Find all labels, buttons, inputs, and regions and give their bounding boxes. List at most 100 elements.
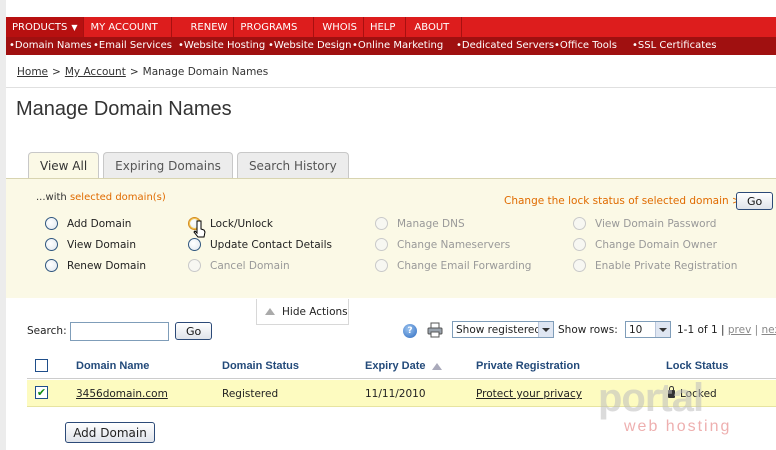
chevron-down-icon bbox=[538, 322, 553, 337]
lock-status-cell: Locked bbox=[668, 386, 717, 400]
option-label: Renew Domain bbox=[67, 259, 147, 272]
collapse-arrow-icon bbox=[265, 308, 275, 315]
option-lock-unlock[interactable]: Lock/Unlock bbox=[188, 217, 273, 230]
option-label: Change Nameservers bbox=[397, 238, 511, 251]
option-label: Enable Private Registration bbox=[595, 259, 738, 272]
option-label: Change Email Forwarding bbox=[397, 259, 532, 272]
option-label: Add Domain bbox=[67, 217, 132, 230]
row-checkbox[interactable]: ✔ bbox=[35, 386, 48, 399]
sort-ascending-icon bbox=[431, 362, 442, 370]
hide-actions-toggle[interactable]: Hide Actions bbox=[256, 299, 349, 325]
with-prefix: ...with bbox=[36, 192, 70, 203]
column-domain-name[interactable]: Domain Name bbox=[76, 360, 149, 372]
option-view-domain[interactable]: View Domain bbox=[45, 238, 136, 251]
nav-help[interactable]: HELP bbox=[364, 17, 407, 37]
radio-button[interactable] bbox=[45, 259, 58, 272]
option-renew-domain[interactable]: Renew Domain bbox=[45, 259, 146, 272]
filter-select-value: Show registered bbox=[456, 323, 542, 336]
option-manage-dns: Manage DNS bbox=[375, 217, 465, 230]
pagination-sep: | bbox=[754, 324, 759, 336]
add-domain-button[interactable]: Add Domain bbox=[65, 422, 155, 443]
radio-button[interactable] bbox=[188, 217, 201, 230]
lock-status-text: Locked bbox=[680, 388, 717, 400]
radio-button bbox=[375, 259, 388, 272]
subnav-website-design[interactable]: •Website Design bbox=[268, 40, 351, 51]
radio-button[interactable] bbox=[188, 238, 201, 251]
selected-domains-text: selected domain(s) bbox=[69, 192, 166, 203]
domain-tabs: View All Expiring Domains Search History bbox=[28, 152, 349, 179]
pagination: 1-1 of 1 | prev | nex bbox=[677, 324, 776, 336]
sub-navigation: •Domain Names •Email Services •Website H… bbox=[6, 37, 776, 55]
option-change-email-forwarding: Change Email Forwarding bbox=[375, 259, 531, 272]
chevron-down-icon bbox=[655, 322, 670, 337]
option-label: Update Contact Details bbox=[210, 238, 332, 251]
breadcrumb-home[interactable]: Home bbox=[17, 66, 48, 78]
show-rows-label: Show rows: bbox=[558, 324, 618, 336]
top-navigation: PRODUCTS ▼ MY ACCOUNT RENEW PROGRAMS WHOI… bbox=[6, 17, 776, 37]
divider bbox=[6, 87, 776, 88]
breadcrumb-my-account[interactable]: My Account bbox=[65, 66, 126, 78]
column-domain-status[interactable]: Domain Status bbox=[222, 360, 299, 372]
change-lock-status-link[interactable]: Change the lock status of selected domai… bbox=[504, 195, 750, 207]
option-add-domain[interactable]: Add Domain bbox=[45, 217, 131, 230]
filter-select[interactable]: Show registered bbox=[452, 321, 554, 338]
protect-privacy-link[interactable]: Protect your privacy bbox=[476, 388, 582, 400]
tab-view-all[interactable]: View All bbox=[28, 152, 100, 179]
radio-button bbox=[375, 217, 388, 230]
next-page-link[interactable]: nex bbox=[762, 324, 776, 336]
watermark-subtitle: web hosting bbox=[624, 418, 732, 435]
help-icon[interactable]: ? bbox=[403, 324, 417, 338]
subnav-dedicated-servers[interactable]: •Dedicated Servers bbox=[456, 40, 554, 51]
nav-programs[interactable]: PROGRAMS bbox=[234, 17, 315, 37]
lock-go-button[interactable]: Go bbox=[736, 192, 774, 210]
radio-button[interactable] bbox=[45, 238, 58, 251]
subnav-domain-names[interactable]: •Domain Names bbox=[9, 40, 92, 51]
option-update-contact[interactable]: Update Contact Details bbox=[188, 238, 332, 251]
nav-about[interactable]: ABOUT bbox=[406, 17, 463, 37]
radio-button bbox=[573, 217, 586, 230]
pagination-count: 1-1 of 1 | bbox=[677, 324, 725, 336]
breadcrumb: Home > My Account > Manage Domain Names bbox=[17, 66, 268, 78]
hide-actions-label: Hide Actions bbox=[282, 305, 348, 318]
nav-whois[interactable]: WHOIS bbox=[314, 17, 364, 37]
search-input[interactable] bbox=[70, 322, 169, 341]
column-lock-status[interactable]: Lock Status bbox=[666, 360, 728, 372]
subnav-website-hosting[interactable]: •Website Hosting bbox=[178, 40, 265, 51]
nav-my-account[interactable]: MY ACCOUNT bbox=[84, 17, 173, 37]
rows-per-page-select[interactable]: 10 bbox=[625, 321, 671, 338]
radio-button bbox=[573, 259, 586, 272]
expiry-date-cell: 11/11/2010 bbox=[365, 388, 426, 400]
search-go-button[interactable]: Go bbox=[175, 322, 213, 340]
tab-search-history[interactable]: Search History bbox=[236, 152, 349, 179]
subnav-office-tools[interactable]: •Office Tools bbox=[554, 40, 617, 51]
option-label: Lock/Unlock bbox=[210, 217, 274, 230]
search-label: Search: bbox=[27, 325, 67, 337]
domain-link[interactable]: 3456domain.com bbox=[76, 388, 168, 400]
option-view-domain-password: View Domain Password bbox=[573, 217, 716, 230]
expiry-date-label: Expiry Date bbox=[365, 360, 426, 372]
select-all-checkbox[interactable] bbox=[35, 359, 48, 372]
option-label: Cancel Domain bbox=[210, 259, 290, 272]
rows-select-value: 10 bbox=[629, 323, 643, 336]
nav-renew[interactable]: RENEW bbox=[172, 17, 235, 37]
column-private-registration[interactable]: Private Registration bbox=[476, 360, 580, 372]
printer-icon[interactable] bbox=[427, 322, 443, 338]
radio-button[interactable] bbox=[45, 217, 58, 230]
breadcrumb-current: Manage Domain Names bbox=[142, 66, 269, 78]
prev-page-link[interactable]: prev bbox=[728, 324, 751, 336]
nav-products[interactable]: PRODUCTS ▼ bbox=[6, 17, 85, 37]
column-expiry-date[interactable]: Expiry Date bbox=[365, 360, 442, 372]
radio-button bbox=[573, 238, 586, 251]
radio-button bbox=[188, 259, 201, 272]
subnav-email-services[interactable]: •Email Services bbox=[93, 40, 172, 51]
tab-expiring-domains[interactable]: Expiring Domains bbox=[103, 152, 233, 179]
option-change-domain-owner: Change Domain Owner bbox=[573, 238, 717, 251]
option-label: View Domain Password bbox=[595, 217, 717, 230]
subnav-ssl-certificates[interactable]: •SSL Certificates bbox=[632, 40, 717, 51]
private-registration-cell: Protect your privacy bbox=[476, 388, 582, 400]
radio-button bbox=[375, 238, 388, 251]
domain-status-cell: Registered bbox=[222, 388, 279, 400]
subnav-online-marketing[interactable]: •Online Marketing bbox=[352, 40, 443, 51]
option-label: Change Domain Owner bbox=[595, 238, 717, 251]
breadcrumb-separator: > bbox=[52, 66, 61, 78]
